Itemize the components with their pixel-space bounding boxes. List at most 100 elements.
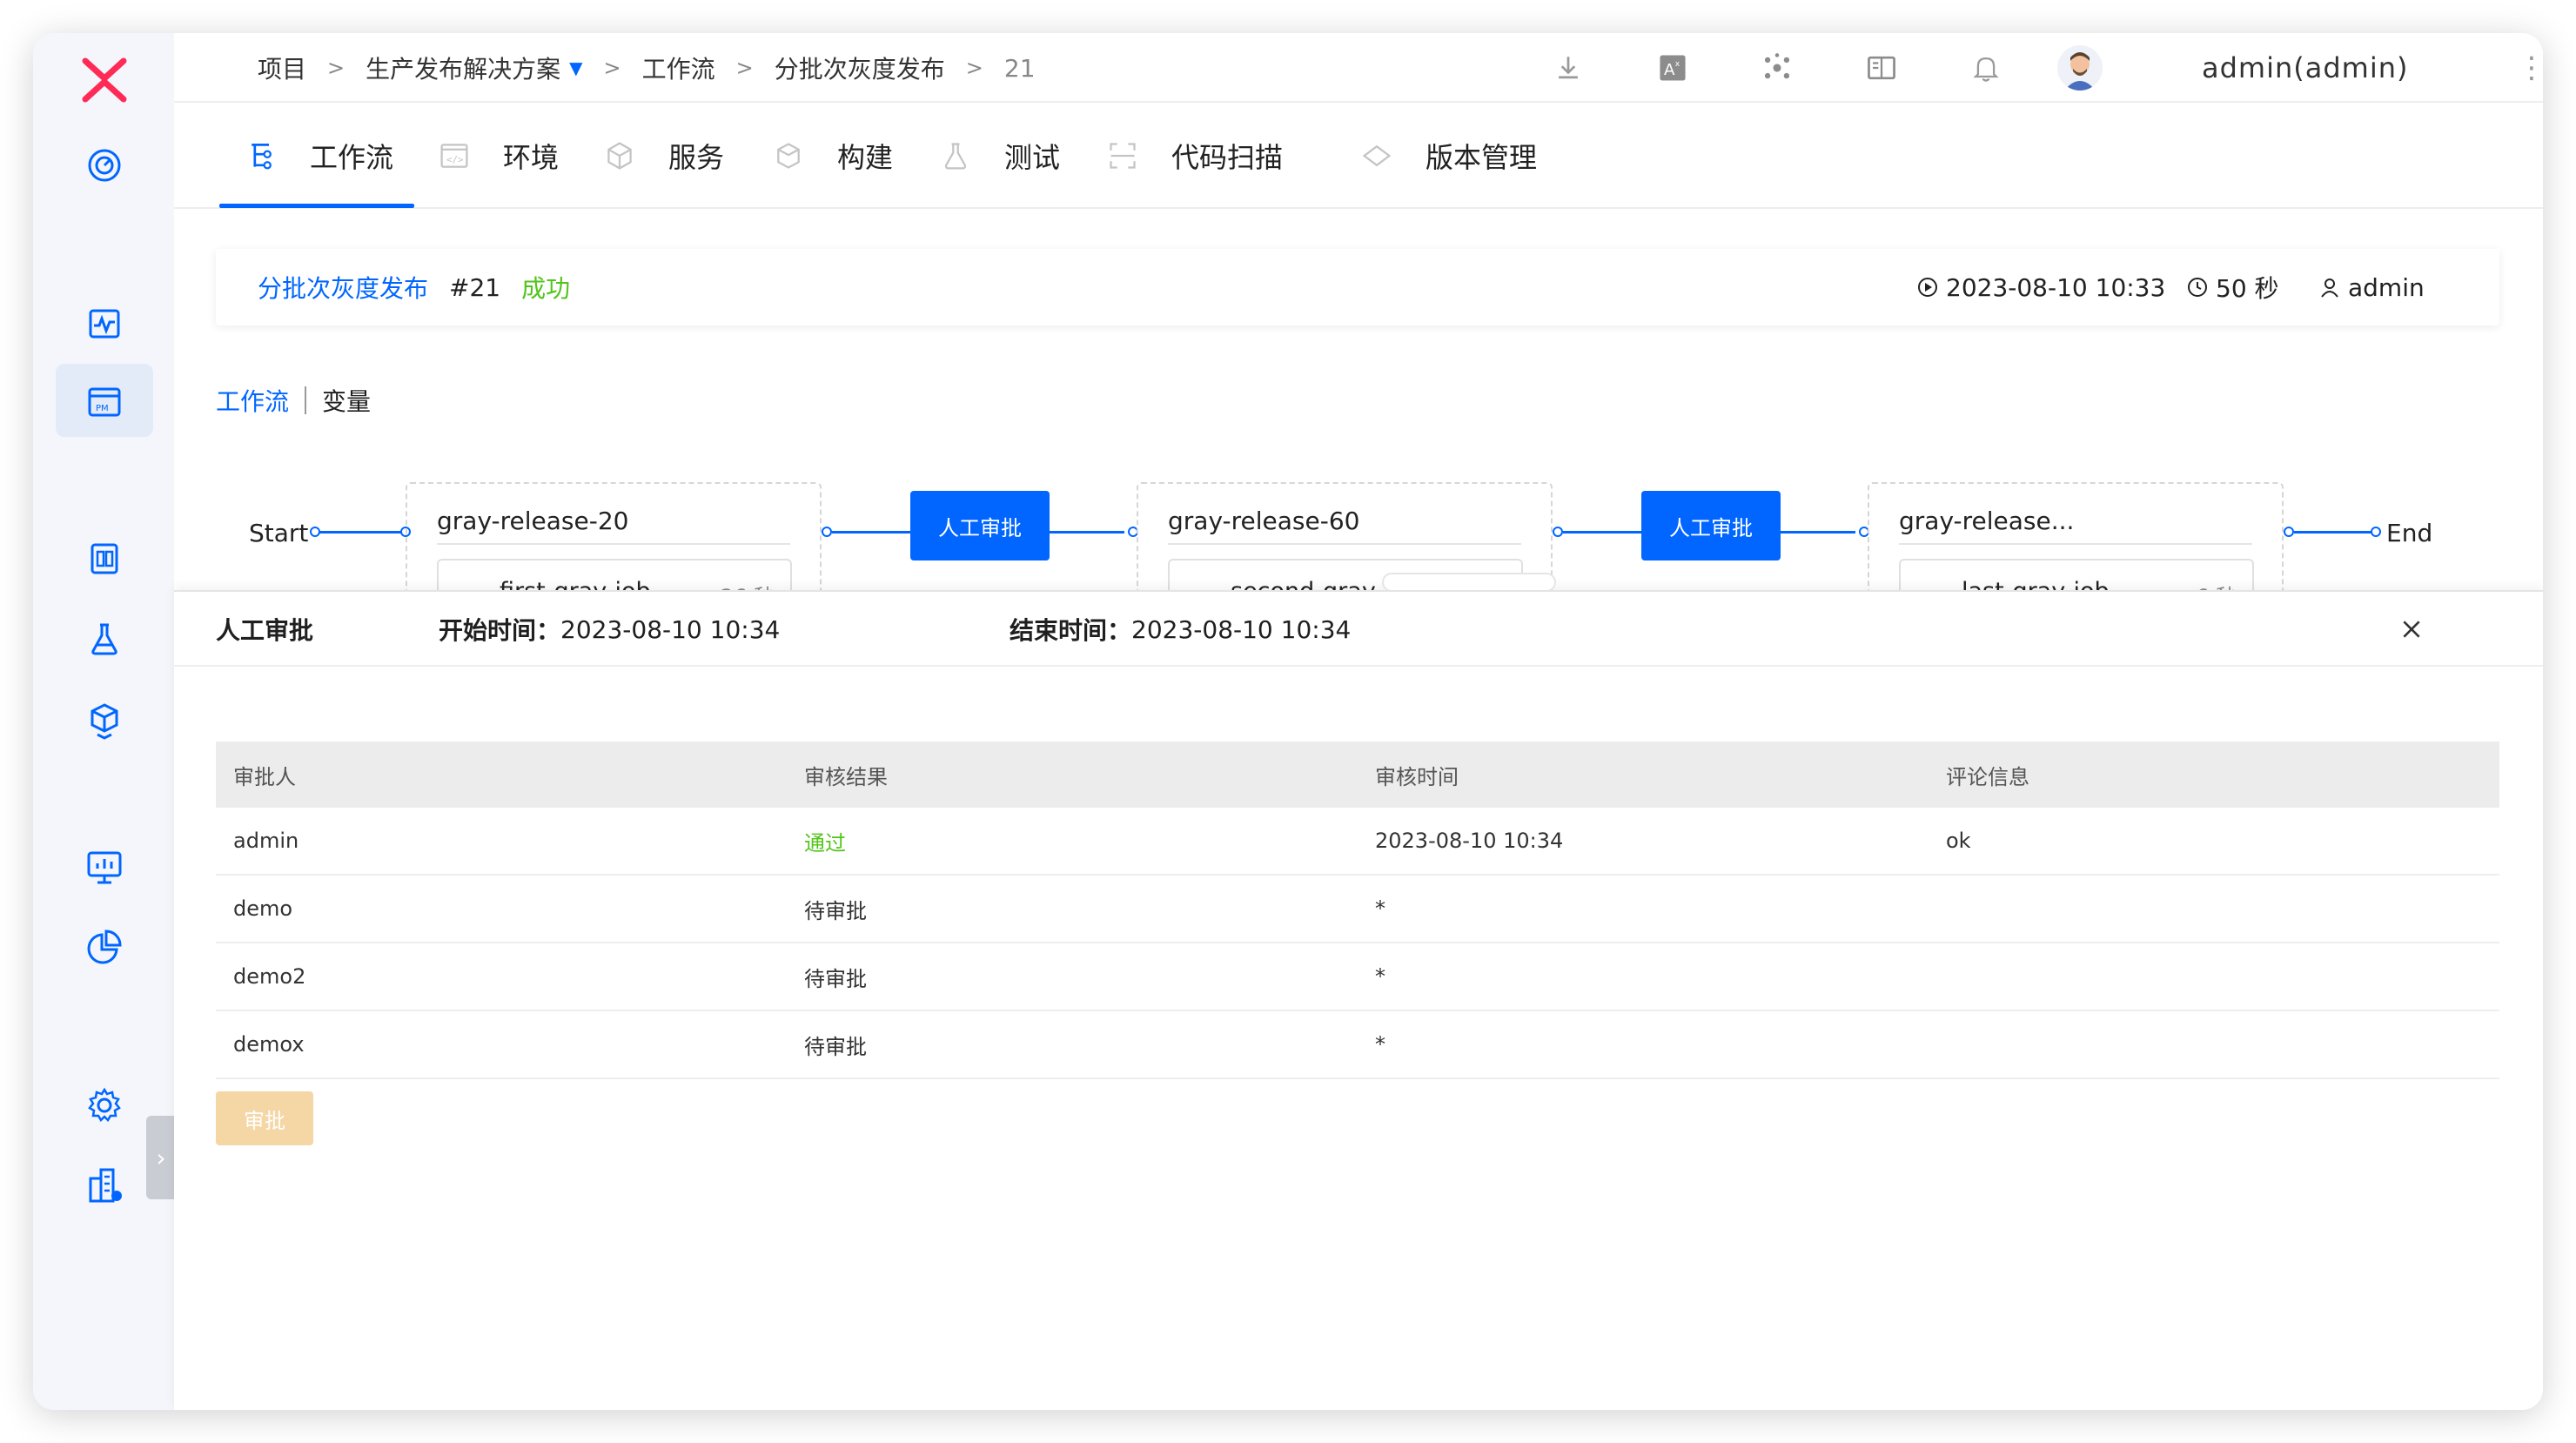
svg-text:PM: PM bbox=[96, 404, 109, 413]
dashboard-icon[interactable] bbox=[80, 141, 129, 190]
artifact-icon[interactable] bbox=[80, 696, 129, 745]
pipeline-canvas: Start gray-release-20 first-gray-job 26 … bbox=[174, 442, 2543, 590]
breadcrumb-separator: > bbox=[603, 56, 621, 80]
sidebar-collapse-toggle[interactable]: › bbox=[146, 1116, 176, 1199]
stage-divider bbox=[437, 543, 790, 545]
approval-table: 审批人 审核结果 审核时间 评论信息 admin 通过 2023-08-10 1… bbox=[216, 742, 2499, 1079]
stage-divider bbox=[1899, 543, 2252, 545]
user-avatar[interactable] bbox=[2057, 45, 2103, 91]
start-time-value: 2023-08-10 10:33 bbox=[1946, 272, 2166, 302]
approval-node[interactable]: 人工审批 bbox=[910, 491, 1050, 560]
pipeline-end-label: End bbox=[2386, 519, 2433, 547]
plugins-dots-icon[interactable] bbox=[1758, 49, 1796, 87]
svg-text:</>: </> bbox=[446, 154, 464, 165]
tab-code-scan[interactable]: 代码扫描 bbox=[1105, 103, 1283, 209]
job-card[interactable]: first-gray-job 26 秒 reviews bbox=[437, 559, 792, 590]
user-icon bbox=[2321, 279, 2338, 298]
app-window: PM › 项目 > 生产发布解决方案 ▼ > 工作流 > 分批次灰度发布 > 2… bbox=[33, 33, 2543, 1410]
project-tabs: 工作流 </> 环境 服务 构建 测试 代码扫描 版本管理 bbox=[174, 103, 2543, 209]
tab-test[interactable]: 测试 bbox=[938, 103, 1060, 209]
end-time-value: 2023-08-10 10:34 bbox=[1131, 614, 1352, 644]
approval-node[interactable]: 人工审批 bbox=[1641, 491, 1781, 560]
test-flask-icon[interactable] bbox=[80, 614, 129, 663]
tab-label: 工作流 bbox=[310, 141, 394, 174]
table-row: demox 待审批 * bbox=[216, 1011, 2499, 1079]
connector-line bbox=[319, 531, 406, 534]
run-status: 成功 bbox=[521, 274, 571, 303]
approval-detail-panel: 人工审批 开始时间： 2023-08-10 10:34 结束时间： 2023-0… bbox=[174, 590, 2543, 1410]
download-icon[interactable] bbox=[1549, 49, 1587, 87]
panel-end-time: 结束时间： 2023-08-10 10:34 bbox=[1010, 592, 1351, 667]
more-options-icon[interactable]: ⋮ bbox=[2517, 52, 2543, 87]
result-cell: 待审批 bbox=[804, 966, 867, 991]
settings-gear-icon[interactable] bbox=[80, 1081, 129, 1130]
workflow-name-link[interactable]: 分批次灰度发布 bbox=[258, 270, 428, 305]
start-time-value: 2023-08-10 10:34 bbox=[560, 614, 781, 644]
data-board-icon[interactable] bbox=[80, 842, 129, 891]
tab-label: 代码扫描 bbox=[1171, 141, 1284, 174]
pipeline-start-label: Start bbox=[249, 519, 309, 547]
panel-resize-handle[interactable] bbox=[1382, 573, 1556, 590]
approve-button[interactable]: 审批 bbox=[216, 1091, 313, 1145]
notification-bell-icon[interactable] bbox=[1967, 49, 2005, 87]
stage-card[interactable]: gray-release-20 first-gray-job 26 秒 revi… bbox=[406, 482, 822, 590]
subtab-divider bbox=[305, 386, 307, 414]
comment-cell: ok bbox=[1946, 829, 1971, 853]
docs-book-icon[interactable] bbox=[1862, 49, 1901, 87]
sidebar: PM bbox=[33, 33, 174, 1410]
breadcrumb-solution[interactable]: 生产发布解决方案 bbox=[366, 50, 560, 85]
pie-chart-icon[interactable] bbox=[80, 923, 129, 971]
breadcrumb-project[interactable]: 项目 bbox=[258, 50, 306, 85]
tab-build[interactable]: 构建 bbox=[771, 103, 893, 209]
job-card[interactable]: last-gray-job 6 秒 reviews bbox=[1899, 559, 2254, 590]
panel-header: 人工审批 开始时间： 2023-08-10 10:34 结束时间： 2023-0… bbox=[174, 592, 2543, 667]
workflow-icon bbox=[244, 138, 278, 173]
stage-divider bbox=[1168, 543, 1521, 545]
stage-title: gray-release... bbox=[1899, 507, 2075, 535]
caret-down-icon[interactable]: ▼ bbox=[569, 57, 582, 78]
job-duration: 26 秒 bbox=[721, 580, 775, 590]
breadcrumb-separator: > bbox=[965, 56, 983, 80]
creator: admin bbox=[2318, 249, 2425, 326]
tab-workflow[interactable]: 工作流 bbox=[244, 103, 393, 209]
tab-label: 版本管理 bbox=[1426, 141, 1538, 174]
monitor-wave-icon[interactable] bbox=[80, 299, 129, 348]
approver-cell: demox bbox=[233, 1032, 305, 1057]
username-label[interactable]: admin(admin) bbox=[2202, 33, 2409, 103]
tab-environment[interactable]: </> 环境 bbox=[437, 103, 559, 209]
view-subtabs: 工作流 变量 bbox=[216, 381, 371, 419]
stage-card[interactable]: gray-release... last-gray-job 6 秒 review… bbox=[1868, 482, 2284, 590]
tab-service[interactable]: 服务 bbox=[602, 103, 724, 209]
top-bar: 项目 > 生产发布解决方案 ▼ > 工作流 > 分批次灰度发布 > 21 Ax bbox=[174, 33, 2543, 103]
approver-cell: admin bbox=[233, 829, 299, 853]
close-icon[interactable] bbox=[2393, 611, 2430, 648]
job-name: last-gray-job bbox=[1962, 578, 2110, 590]
enterprise-building-icon[interactable] bbox=[80, 1161, 129, 1210]
connector-dot bbox=[1553, 527, 1563, 537]
column-header: 审核结果 bbox=[804, 764, 888, 789]
tab-label: 测试 bbox=[1004, 141, 1061, 174]
tab-label: 服务 bbox=[668, 141, 725, 174]
subtab-variables[interactable]: 变量 bbox=[322, 383, 371, 418]
connector-line bbox=[2294, 531, 2374, 534]
connector-dot bbox=[310, 527, 320, 537]
connector-dot bbox=[822, 527, 832, 537]
table-header: 审批人 审核结果 审核时间 评论信息 bbox=[216, 742, 2499, 808]
delivery-icon[interactable] bbox=[80, 534, 129, 583]
tab-label: 构建 bbox=[837, 141, 894, 174]
run-info-card: 分批次灰度发布 #21 成功 2023-08-10 10:33 50 秒 adm… bbox=[216, 249, 2499, 326]
subtab-workflow[interactable]: 工作流 bbox=[216, 383, 289, 418]
breadcrumb-workflow-name[interactable]: 分批次灰度发布 bbox=[775, 50, 945, 85]
test-flask-icon bbox=[938, 138, 973, 173]
breadcrumb-separator: > bbox=[327, 56, 345, 80]
table-row: admin 通过 2023-08-10 10:34 ok bbox=[216, 808, 2499, 876]
project-pm-icon[interactable]: PM bbox=[80, 378, 129, 426]
result-cell: 通过 bbox=[804, 830, 846, 856]
time-cell: * bbox=[1375, 964, 1385, 989]
translate-icon[interactable]: Ax bbox=[1654, 49, 1692, 87]
end-time-label: 结束时间： bbox=[1010, 616, 1132, 645]
breadcrumb-workflow[interactable]: 工作流 bbox=[642, 50, 715, 85]
app-logo-icon[interactable] bbox=[78, 54, 131, 106]
creator-value: admin bbox=[2348, 272, 2425, 302]
tab-version[interactable]: 版本管理 bbox=[1359, 103, 1537, 209]
